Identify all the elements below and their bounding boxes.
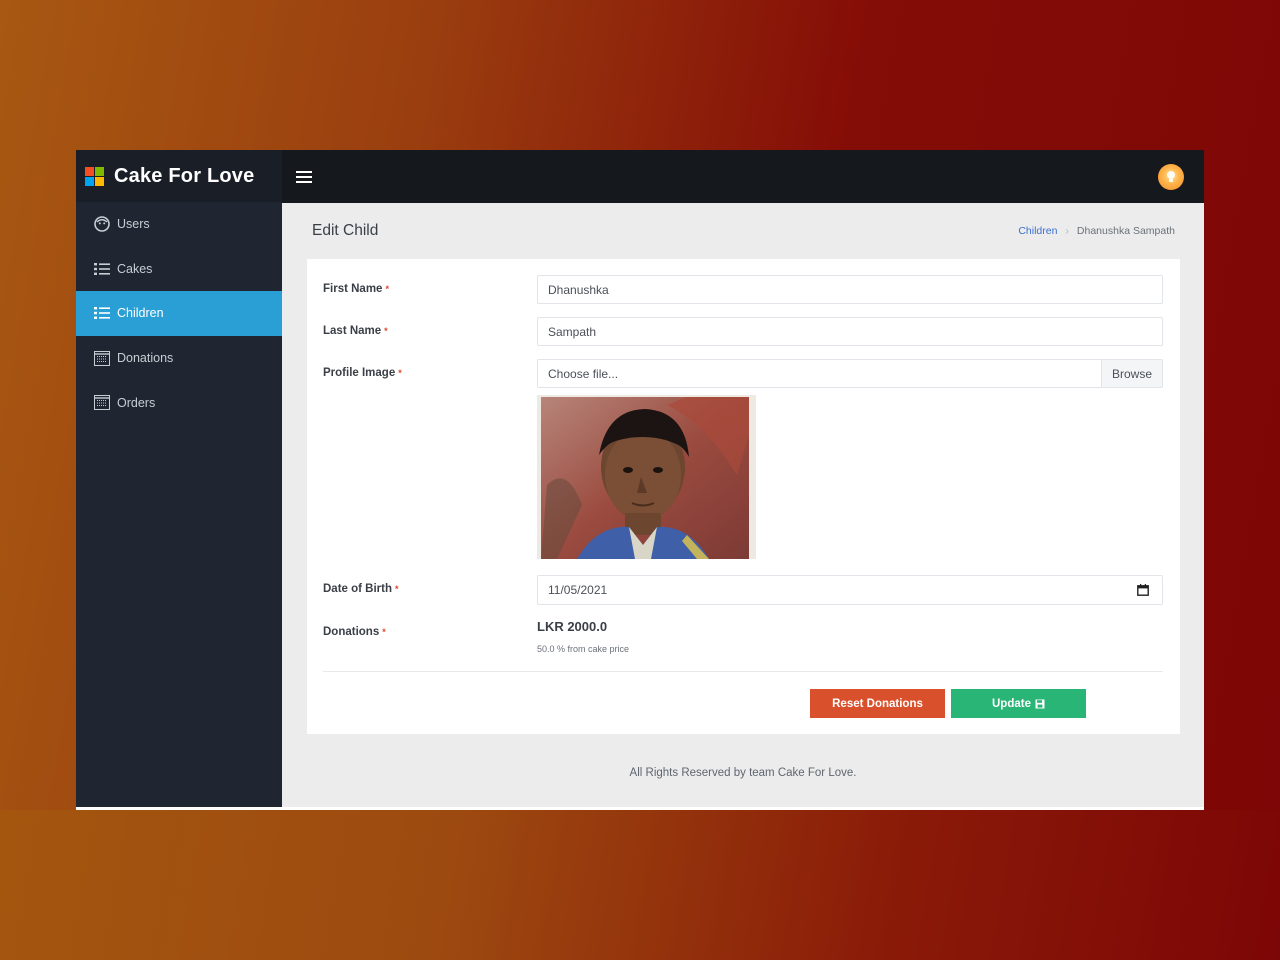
chevron-right-icon: ›	[1065, 225, 1069, 237]
brand-name: Cake For Love	[114, 164, 255, 187]
breadcrumb: Children › Dhanushka Sampath	[1018, 225, 1175, 237]
required-mark: *	[398, 368, 402, 378]
reset-donations-button[interactable]: Reset Donations	[810, 689, 945, 718]
dob-value: 11/05/2021	[548, 583, 608, 597]
file-input-placeholder: Choose file...	[548, 366, 619, 381]
donations-label: Donations *	[323, 626, 386, 638]
dob-label: Date of Birth *	[323, 583, 399, 595]
profile-photo	[537, 395, 756, 559]
required-mark: *	[395, 584, 399, 594]
breadcrumb-link-children[interactable]: Children	[1018, 225, 1057, 237]
table-icon	[94, 395, 110, 411]
brand[interactable]: Cake For Love	[76, 150, 282, 202]
update-button-label: Update	[992, 697, 1031, 710]
sidebar-item-label: Users	[117, 217, 150, 232]
sidebar-item-label: Children	[117, 306, 164, 321]
first-name-input[interactable]: Dhanushka	[537, 275, 1163, 304]
form-divider	[323, 671, 1163, 672]
browse-button[interactable]: Browse	[1101, 360, 1162, 387]
logo-icon	[85, 166, 104, 186]
profile-image-label: Profile Image *	[323, 367, 402, 379]
sidebar-item-cakes[interactable]: Cakes	[76, 247, 282, 292]
label-text: Profile Image	[323, 367, 396, 379]
sidebar-item-children[interactable]: Children	[76, 291, 282, 336]
hamburger-icon[interactable]	[296, 170, 312, 183]
save-icon	[1035, 699, 1045, 708]
main-content: Edit Child Children › Dhanushka Sampath …	[282, 203, 1204, 807]
background-bottom	[0, 810, 1280, 960]
calendar-icon[interactable]	[1137, 584, 1149, 596]
sidebar-nav: Users Cakes Children Donations Orders	[76, 202, 282, 425]
footer: All Rights Reserved by team Cake For Lov…	[629, 767, 857, 779]
sidebar-item-label: Orders	[117, 395, 156, 410]
face-icon	[94, 216, 110, 233]
lightbulb-icon	[1167, 170, 1175, 182]
first-name-label: First Name *	[323, 283, 389, 295]
page-header: Edit Child Children › Dhanushka Sampath	[282, 203, 1204, 259]
dob-input[interactable]: 11/05/2021	[537, 575, 1163, 605]
label-text: Last Name	[323, 325, 382, 337]
app-window: Cake For Love Users Cakes Children Donat…	[76, 150, 1204, 810]
last-name-input[interactable]: Sampath	[537, 317, 1163, 346]
sidebar-item-users[interactable]: Users	[76, 202, 282, 247]
sidebar-item-label: Donations	[117, 351, 174, 366]
avatar[interactable]	[1158, 163, 1184, 190]
edit-child-form: First Name * Dhanushka Last Name * Sampath…	[307, 259, 1180, 734]
list-icon	[94, 305, 110, 321]
label-text: Date of Birth	[323, 583, 392, 595]
required-mark: *	[385, 284, 389, 294]
required-mark: *	[384, 326, 388, 336]
list-icon	[94, 261, 110, 277]
sidebar-item-orders[interactable]: Orders	[76, 380, 282, 425]
donations-subtext: 50.0 % from cake price	[537, 644, 630, 654]
sidebar: Cake For Love Users Cakes Children Donat…	[76, 150, 282, 807]
breadcrumb-current: Dhanushka Sampath	[1076, 225, 1175, 237]
last-name-label: Last Name *	[323, 325, 388, 337]
sidebar-item-donations[interactable]: Donations	[76, 336, 282, 381]
required-mark: *	[382, 627, 386, 637]
topbar	[282, 150, 1204, 203]
label-text: Donations	[323, 626, 380, 638]
label-text: First Name	[323, 283, 383, 295]
sidebar-item-label: Cakes	[117, 261, 153, 276]
app-bottom-edge	[76, 807, 1204, 810]
page-title: Edit Child	[312, 222, 379, 239]
donations-value: LKR 2000.0	[537, 619, 608, 634]
profile-image-file-input[interactable]: Choose file... Browse	[537, 359, 1163, 388]
table-icon	[94, 350, 110, 366]
update-button[interactable]: Update	[951, 689, 1086, 718]
